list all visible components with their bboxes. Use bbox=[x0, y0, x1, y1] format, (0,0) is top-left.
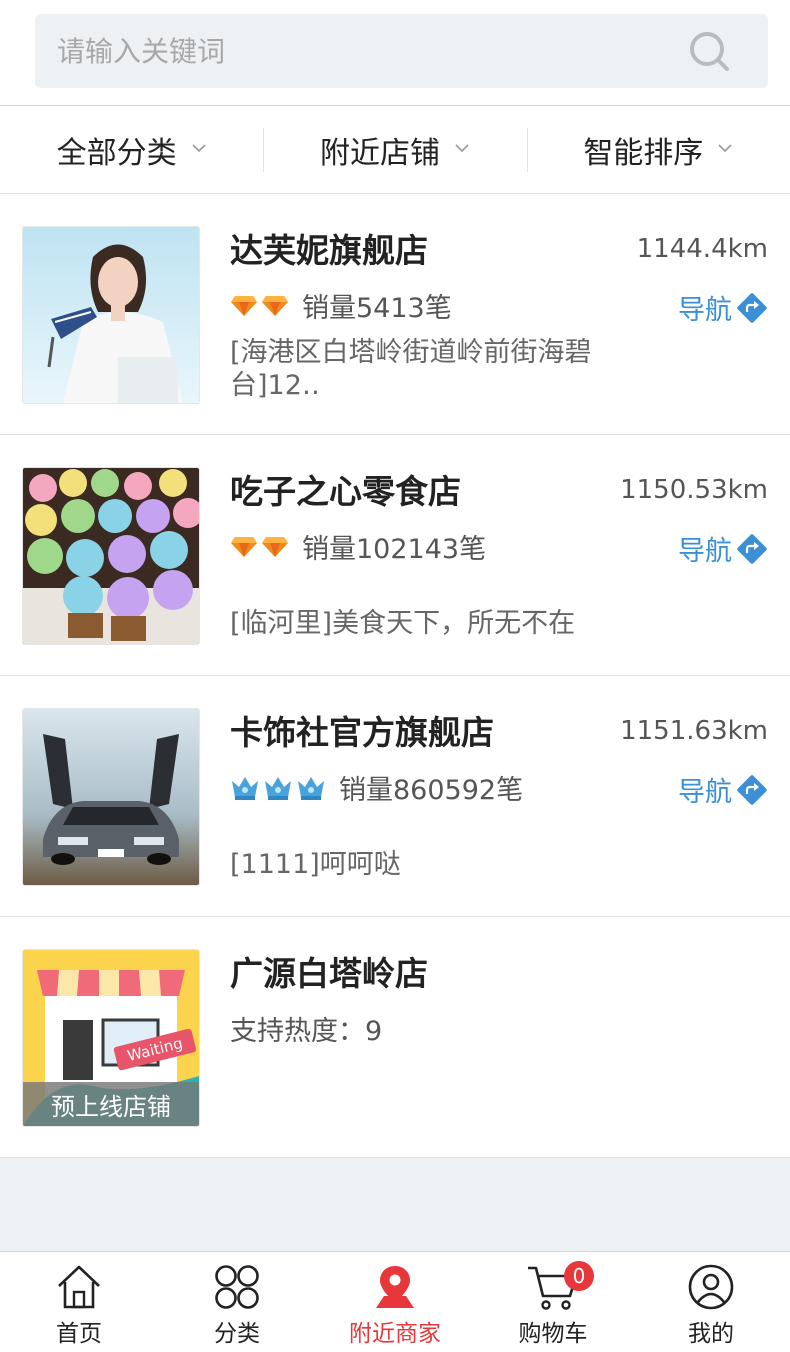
store-name[interactable]: 广源白塔岭店 bbox=[230, 947, 428, 995]
diamond-icon bbox=[262, 536, 288, 557]
tab-profile-label: 我的 bbox=[688, 1321, 734, 1347]
category-icon bbox=[215, 1265, 259, 1309]
diamond-icon bbox=[231, 536, 257, 557]
tab-home-label: 首页 bbox=[56, 1321, 102, 1347]
tab-home[interactable]: 首页 bbox=[0, 1252, 158, 1352]
store-sales: 销量860592笔 bbox=[339, 775, 524, 806]
navigate-arrow-icon bbox=[737, 533, 767, 564]
search-bar[interactable] bbox=[35, 14, 768, 88]
tab-nearby[interactable]: 附近商家 bbox=[316, 1252, 474, 1352]
diamond-icon bbox=[262, 295, 288, 316]
store-heat: 支持热度：9 bbox=[230, 1016, 383, 1047]
store-item[interactable]: 达芙妮旗舰店 1144.4km 销量5413笔 导航 [海港区白塔岭街道岭前街海… bbox=[0, 194, 790, 435]
store-distance: 1150.53km bbox=[620, 475, 768, 505]
store-name[interactable]: 卡饰社官方旗舰店 bbox=[230, 706, 494, 754]
navigate-arrow-icon bbox=[737, 774, 767, 805]
store-item[interactable]: 吃子之心零食店 1150.53km 销量102143笔 导航 [临河里]美食天下… bbox=[0, 435, 790, 676]
store-thumbnail[interactable] bbox=[22, 708, 200, 886]
tab-category-label: 分类 bbox=[214, 1321, 260, 1347]
profile-icon bbox=[688, 1264, 734, 1310]
navigate-label: 导航 bbox=[678, 536, 732, 567]
crown-icon bbox=[232, 776, 258, 800]
filter-category[interactable]: 全部分类 bbox=[0, 106, 263, 193]
chevron-down-icon bbox=[718, 143, 732, 152]
tab-nearby-label: 附近商家 bbox=[349, 1321, 441, 1347]
filter-sort[interactable]: 智能排序 bbox=[526, 106, 790, 193]
filter-category-label: 全部分类 bbox=[56, 135, 177, 171]
search-input[interactable] bbox=[57, 14, 677, 88]
pre-launch-label: 预上线店铺 bbox=[23, 1082, 199, 1126]
location-icon bbox=[376, 1266, 414, 1308]
store-sales: 销量5413笔 bbox=[302, 293, 452, 324]
navigate-label: 导航 bbox=[678, 777, 732, 808]
store-distance: 1151.63km bbox=[620, 716, 768, 746]
header bbox=[0, 0, 790, 106]
chevron-down-icon bbox=[455, 143, 469, 152]
tab-cart-label: 购物车 bbox=[518, 1321, 588, 1347]
store-name[interactable]: 达芙妮旗舰店 bbox=[230, 224, 428, 272]
store-list: 达芙妮旗舰店 1144.4km 销量5413笔 导航 [海港区白塔岭街道岭前街海… bbox=[0, 194, 790, 1158]
tab-bar: 首页 分类 附近商家 0 购物车 我的 bbox=[0, 1251, 790, 1352]
store-distance: 1144.4km bbox=[636, 234, 768, 264]
tab-profile[interactable]: 我的 bbox=[632, 1252, 790, 1352]
tab-cart[interactable]: 0 购物车 bbox=[474, 1252, 632, 1352]
cart-badge: 0 bbox=[564, 1261, 594, 1291]
home-icon bbox=[58, 1265, 100, 1309]
store-rank: 销量102143笔 bbox=[230, 527, 486, 566]
filter-nearby[interactable]: 附近店铺 bbox=[263, 106, 526, 193]
store-address: [1111]呵呵哒 bbox=[230, 849, 401, 880]
tab-category[interactable]: 分类 bbox=[158, 1252, 316, 1352]
store-address: [临河里]美食天下，所无不在 bbox=[230, 608, 576, 639]
search-icon[interactable] bbox=[688, 30, 730, 72]
diamond-icon bbox=[231, 295, 257, 316]
store-item[interactable]: 卡饰社官方旗舰店 1151.63km 销量860592笔 导航 [1111]呵呵… bbox=[0, 676, 790, 917]
store-item[interactable]: Waiting 预上线店铺 广源白塔岭店 支持热度：9 bbox=[0, 917, 790, 1158]
store-sales: 销量102143笔 bbox=[302, 534, 487, 565]
store-rank: 销量5413笔 bbox=[230, 286, 452, 325]
chevron-down-icon bbox=[192, 143, 206, 152]
navigate-arrow-icon bbox=[737, 292, 767, 323]
filter-bar: 全部分类 附近店铺 智能排序 bbox=[0, 106, 790, 194]
filter-nearby-label: 附近店铺 bbox=[319, 135, 440, 171]
navigate-button[interactable]: 导航 bbox=[678, 288, 768, 327]
store-name[interactable]: 吃子之心零食店 bbox=[230, 465, 461, 513]
store-thumbnail[interactable] bbox=[22, 226, 200, 404]
store-thumbnail[interactable]: Waiting 预上线店铺 bbox=[22, 949, 200, 1127]
crown-icon bbox=[298, 776, 324, 800]
navigate-button[interactable]: 导航 bbox=[678, 770, 768, 809]
store-thumbnail[interactable] bbox=[22, 467, 200, 645]
filter-sort-label: 智能排序 bbox=[583, 135, 704, 171]
store-rank: 销量860592笔 bbox=[230, 768, 523, 807]
navigate-label: 导航 bbox=[678, 295, 732, 326]
store-address: [海港区白塔岭街道岭前街海碧台]12‥ bbox=[230, 337, 592, 401]
crown-icon bbox=[265, 776, 291, 800]
navigate-button[interactable]: 导航 bbox=[678, 529, 768, 568]
